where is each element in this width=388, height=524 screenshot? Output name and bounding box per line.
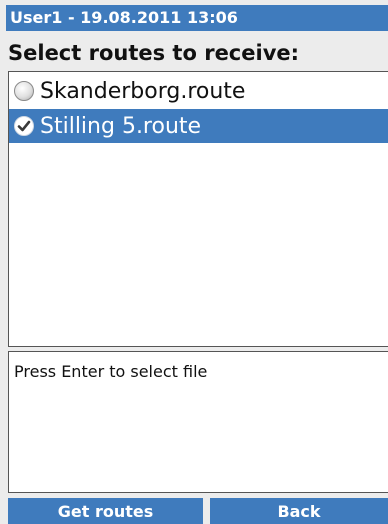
route-item-label: Skanderborg.route [40, 78, 246, 104]
route-list[interactable]: Skanderborg.route Stilling 5.route [8, 71, 388, 347]
page-heading: Select routes to receive: [8, 41, 300, 65]
radio-checked-icon[interactable] [14, 116, 34, 136]
radio-unchecked-icon[interactable] [14, 81, 34, 101]
app-window: User1 - 19.08.2011 13:06 Select routes t… [0, 0, 388, 524]
get-routes-button[interactable]: Get routes [8, 498, 203, 524]
status-message-box: Press Enter to select file [8, 351, 388, 493]
back-button[interactable]: Back [210, 498, 388, 524]
route-item-skanderborg[interactable]: Skanderborg.route [9, 74, 388, 108]
checkmark-icon [17, 120, 31, 132]
status-message: Press Enter to select file [14, 362, 208, 381]
route-item-stilling[interactable]: Stilling 5.route [9, 109, 388, 143]
title-bar: User1 - 19.08.2011 13:06 [6, 5, 388, 31]
route-item-label: Stilling 5.route [40, 113, 202, 139]
